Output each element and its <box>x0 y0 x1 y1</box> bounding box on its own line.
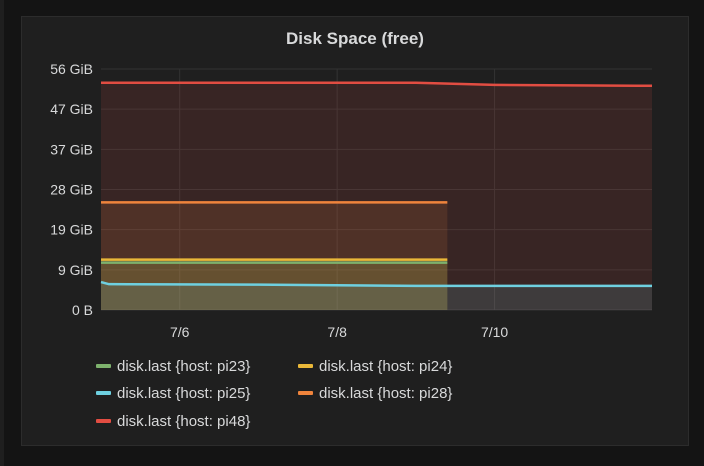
legend-label-pi24: disk.last {host: pi24} <box>319 357 453 375</box>
x-tick-label: 7/6 <box>170 324 190 340</box>
legend-label-pi23: disk.last {host: pi23} <box>117 357 251 375</box>
legend-item-pi24[interactable]: disk.last {host: pi24} <box>298 357 452 375</box>
legend-item-pi23[interactable]: disk.last {host: pi23} <box>96 357 250 375</box>
x-tick-label: 7/8 <box>327 324 347 340</box>
disk-space-chart[interactable]: 56 GiB 47 GiB 37 GiB 28 GiB 19 GiB 9 GiB 0 B 7/… <box>22 17 690 357</box>
y-tick-label: 9 GiB <box>58 262 93 278</box>
legend-swatch-pi28 <box>298 391 313 395</box>
legend-item-pi25[interactable]: disk.last {host: pi25} <box>96 384 250 402</box>
legend-label-pi25: disk.last {host: pi25} <box>117 384 251 402</box>
y-tick-label: 56 GiB <box>50 61 93 77</box>
legend-swatch-pi23 <box>96 364 111 368</box>
y-tick-label: 19 GiB <box>50 222 93 238</box>
legend-label-pi28: disk.last {host: pi28} <box>319 384 453 402</box>
y-tick-label: 47 GiB <box>50 101 93 117</box>
legend-swatch-pi24 <box>298 364 313 368</box>
legend-item-pi28[interactable]: disk.last {host: pi28} <box>298 384 452 402</box>
left-edge <box>0 0 4 466</box>
x-tick-label: 7/10 <box>481 324 508 340</box>
legend-item-pi48[interactable]: disk.last {host: pi48} <box>96 412 250 430</box>
y-tick-label: 28 GiB <box>50 182 93 198</box>
page: Disk Space (free) 56 GiB 47 GiB 37 GiB 28 G… <box>0 0 704 466</box>
legend-swatch-pi48 <box>96 419 111 423</box>
legend-swatch-pi25 <box>96 391 111 395</box>
y-tick-label: 0 B <box>72 302 93 318</box>
graph-panel: Disk Space (free) 56 GiB 47 GiB 37 GiB 28 G… <box>21 16 689 446</box>
y-tick-label: 37 GiB <box>50 141 93 157</box>
legend-label-pi48: disk.last {host: pi48} <box>117 412 251 430</box>
